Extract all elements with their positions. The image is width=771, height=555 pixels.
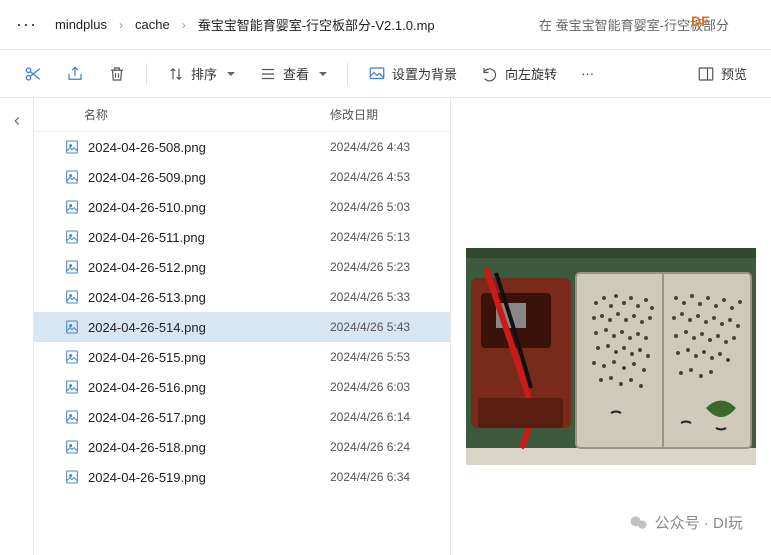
file-row[interactable]: 2024-04-26-519.png2024/4/26 6:34 bbox=[34, 462, 450, 492]
file-row[interactable]: 2024-04-26-512.png2024/4/26 5:23 bbox=[34, 252, 450, 282]
watermark-text: 公众号 · DI玩 bbox=[655, 512, 743, 533]
toolbar-divider bbox=[146, 63, 147, 85]
trash-icon bbox=[108, 65, 126, 83]
more-actions-button[interactable]: ··· bbox=[571, 60, 604, 87]
header-bar: ··· mindplus › cache › 蚕宝宝智能育婴室-行空板部分-V2… bbox=[0, 0, 771, 50]
file-list: 名称 修改日期 2024-04-26-508.png2024/4/26 4:43… bbox=[34, 98, 451, 555]
file-name: 2024-04-26-515.png bbox=[88, 350, 330, 365]
file-date: 2024/4/26 5:43 bbox=[330, 320, 450, 334]
watermark-overlay-df: DF bbox=[691, 13, 710, 29]
image-file-icon bbox=[64, 289, 80, 305]
image-file-icon bbox=[64, 439, 80, 455]
file-date: 2024/4/26 6:03 bbox=[330, 380, 450, 394]
file-date: 2024/4/26 5:23 bbox=[330, 260, 450, 274]
share-icon bbox=[66, 65, 84, 83]
file-date: 2024/4/26 6:24 bbox=[330, 440, 450, 454]
file-name: 2024-04-26-511.png bbox=[88, 230, 330, 245]
image-file-icon bbox=[64, 379, 80, 395]
toolbar: 排序 查看 设置为背景 向左旋转 ··· 预览 bbox=[0, 50, 771, 98]
image-file-icon bbox=[64, 199, 80, 215]
file-name: 2024-04-26-514.png bbox=[88, 320, 330, 335]
view-icon bbox=[259, 65, 277, 83]
image-file-icon bbox=[64, 319, 80, 335]
file-name: 2024-04-26-516.png bbox=[88, 380, 330, 395]
sort-button[interactable]: 排序 bbox=[157, 58, 245, 89]
file-date: 2024/4/26 6:14 bbox=[330, 410, 450, 424]
file-name: 2024-04-26-517.png bbox=[88, 410, 330, 425]
preview-pane bbox=[451, 98, 771, 555]
file-date: 2024/4/26 6:34 bbox=[330, 470, 450, 484]
file-row[interactable]: 2024-04-26-513.png2024/4/26 5:33 bbox=[34, 282, 450, 312]
image-file-icon bbox=[64, 409, 80, 425]
search-input[interactable]: 在 蚕宝宝智能育婴室-行空板部分 DF bbox=[531, 11, 761, 38]
file-name: 2024-04-26-519.png bbox=[88, 470, 330, 485]
file-name: 2024-04-26-518.png bbox=[88, 440, 330, 455]
more-icon: ··· bbox=[581, 66, 594, 81]
image-file-icon bbox=[64, 469, 80, 485]
preview-label: 预览 bbox=[721, 64, 747, 83]
preview-button[interactable]: 预览 bbox=[687, 58, 757, 89]
file-row[interactable]: 2024-04-26-508.png2024/4/26 4:43 bbox=[34, 132, 450, 162]
view-label: 查看 bbox=[283, 64, 309, 83]
image-file-icon bbox=[64, 139, 80, 155]
file-date: 2024/4/26 5:53 bbox=[330, 350, 450, 364]
file-row[interactable]: 2024-04-26-509.png2024/4/26 4:53 bbox=[34, 162, 450, 192]
breadcrumb-item-0[interactable]: mindplus bbox=[43, 17, 119, 32]
image-file-icon bbox=[64, 349, 80, 365]
file-row[interactable]: 2024-04-26-516.png2024/4/26 6:03 bbox=[34, 372, 450, 402]
file-date: 2024/4/26 5:03 bbox=[330, 200, 450, 214]
file-row[interactable]: 2024-04-26-514.png2024/4/26 5:43 bbox=[34, 312, 450, 342]
wechat-icon bbox=[629, 513, 649, 533]
breadcrumb-item-1[interactable]: cache bbox=[123, 17, 182, 32]
watermark: 公众号 · DI玩 bbox=[629, 512, 743, 533]
file-row[interactable]: 2024-04-26-510.png2024/4/26 5:03 bbox=[34, 192, 450, 222]
rotate-left-icon bbox=[481, 65, 499, 83]
file-date: 2024/4/26 4:53 bbox=[330, 170, 450, 184]
share-button[interactable] bbox=[56, 59, 94, 89]
breadcrumb-more-icon[interactable]: ··· bbox=[10, 14, 43, 35]
file-name: 2024-04-26-509.png bbox=[88, 170, 330, 185]
view-button[interactable]: 查看 bbox=[249, 58, 337, 89]
file-name: 2024-04-26-512.png bbox=[88, 260, 330, 275]
breadcrumb-item-2[interactable]: 蚕宝宝智能育婴室-行空板部分-V2.1.0.mp bbox=[186, 15, 447, 34]
image-file-icon bbox=[64, 169, 80, 185]
cut-button[interactable] bbox=[14, 59, 52, 89]
file-name: 2024-04-26-508.png bbox=[88, 140, 330, 155]
file-date: 2024/4/26 5:33 bbox=[330, 290, 450, 304]
wallpaper-icon bbox=[368, 65, 386, 83]
sort-label: 排序 bbox=[191, 64, 217, 83]
main-area: 名称 修改日期 2024-04-26-508.png2024/4/26 4:43… bbox=[0, 98, 771, 555]
column-header-name[interactable]: 名称 bbox=[64, 106, 330, 123]
file-date: 2024/4/26 4:43 bbox=[330, 140, 450, 154]
image-file-icon bbox=[64, 259, 80, 275]
preview-icon bbox=[697, 65, 715, 83]
file-row[interactable]: 2024-04-26-511.png2024/4/26 5:13 bbox=[34, 222, 450, 252]
wallpaper-label: 设置为背景 bbox=[392, 64, 457, 83]
list-header: 名称 修改日期 bbox=[34, 98, 450, 132]
list-body[interactable]: 2024-04-26-508.png2024/4/26 4:432024-04-… bbox=[34, 132, 450, 555]
file-name: 2024-04-26-510.png bbox=[88, 200, 330, 215]
file-row[interactable]: 2024-04-26-518.png2024/4/26 6:24 bbox=[34, 432, 450, 462]
file-name: 2024-04-26-513.png bbox=[88, 290, 330, 305]
rotate-label: 向左旋转 bbox=[505, 64, 557, 83]
file-row[interactable]: 2024-04-26-517.png2024/4/26 6:14 bbox=[34, 402, 450, 432]
collapse-nav-icon[interactable] bbox=[0, 106, 34, 136]
toolbar-divider bbox=[347, 63, 348, 85]
sort-icon bbox=[167, 65, 185, 83]
wallpaper-button[interactable]: 设置为背景 bbox=[358, 58, 467, 89]
scissors-icon bbox=[24, 65, 42, 83]
delete-button[interactable] bbox=[98, 59, 136, 89]
image-file-icon bbox=[64, 229, 80, 245]
column-header-date[interactable]: 修改日期 bbox=[330, 106, 450, 123]
file-row[interactable]: 2024-04-26-515.png2024/4/26 5:53 bbox=[34, 342, 450, 372]
sidebar bbox=[0, 98, 34, 555]
preview-image bbox=[466, 248, 756, 465]
rotate-button[interactable]: 向左旋转 bbox=[471, 58, 567, 89]
file-date: 2024/4/26 5:13 bbox=[330, 230, 450, 244]
